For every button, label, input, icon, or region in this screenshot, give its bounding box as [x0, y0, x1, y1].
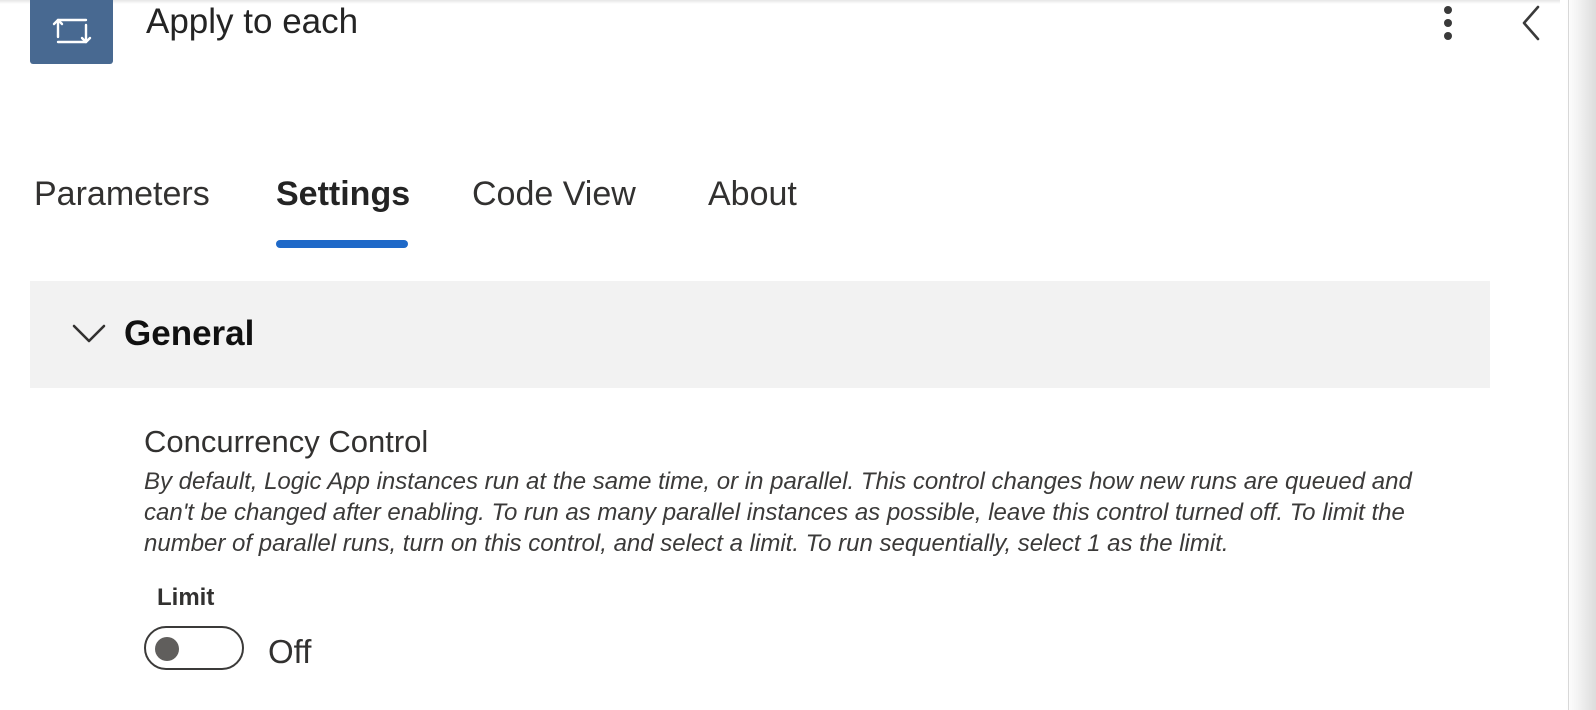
collapse-panel-button[interactable] — [1514, 2, 1548, 44]
more-vertical-icon-dot — [1444, 19, 1452, 27]
more-vertical-icon — [1444, 6, 1452, 14]
more-options-button[interactable] — [1430, 2, 1468, 44]
tab-settings[interactable]: Settings — [276, 170, 410, 218]
panel-edge-scrollbar — [1566, 0, 1596, 710]
action-title: Apply to each — [146, 2, 359, 41]
toggle-knob — [155, 637, 179, 661]
concurrency-control-description: By default, Logic App instances run at t… — [144, 468, 1412, 557]
tab-parameters[interactable]: Parameters — [34, 170, 210, 218]
loop-icon — [30, 0, 113, 64]
concurrency-control-title: Concurrency Control — [144, 424, 429, 459]
limit-toggle[interactable] — [144, 626, 244, 670]
tab-about[interactable]: About — [708, 170, 797, 218]
active-tab-indicator — [276, 240, 408, 248]
chevron-down-icon[interactable] — [70, 314, 108, 352]
section-title: General — [124, 314, 255, 353]
more-vertical-icon-dot — [1444, 32, 1452, 40]
toggle-state-text: Off — [268, 633, 312, 670]
chevron-left-icon — [1522, 5, 1540, 41]
tab-code-view[interactable]: Code View — [472, 170, 636, 218]
limit-label: Limit — [157, 584, 215, 611]
tab-list: Parameters Settings Code View About — [0, 170, 900, 254]
